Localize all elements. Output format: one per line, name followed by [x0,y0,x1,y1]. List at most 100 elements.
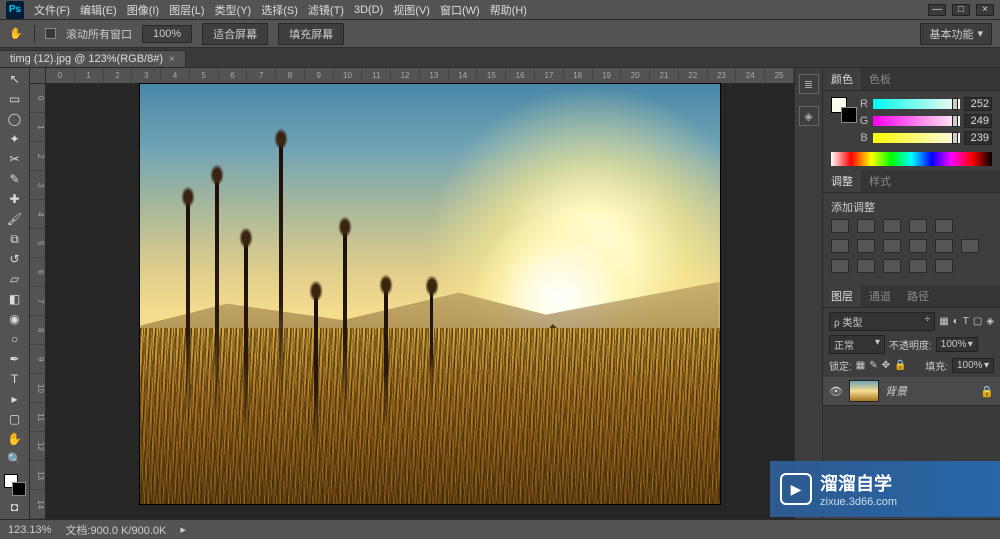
dodge-tool-icon[interactable]: ○ [4,330,26,348]
filter-adjust-icon[interactable]: ◐ [953,316,959,327]
hand-tool-icon[interactable]: ✋ [8,26,24,42]
hand-tool-toolbox-icon[interactable]: ✋ [4,430,26,448]
menu-file[interactable]: 文件(F) [34,2,70,18]
clone-stamp-tool-icon[interactable]: ⧉ [4,230,26,248]
crop-tool-icon[interactable]: ✂ [4,150,26,168]
gradient-tool-icon[interactable]: ◧ [4,290,26,308]
window-close-button[interactable]: × [976,4,994,16]
photo-filter-adjust-icon[interactable] [909,239,927,253]
paths-panel-tab[interactable]: 路径 [899,285,937,307]
magic-wand-tool-icon[interactable]: ✦ [4,130,26,148]
blend-mode-select[interactable]: 正常▾ [829,335,885,354]
quick-mask-icon[interactable]: ◘ [4,498,26,516]
menu-edit[interactable]: 编辑(E) [80,2,117,18]
channels-panel-tab[interactable]: 通道 [861,285,899,307]
close-tab-icon[interactable]: × [169,54,175,65]
path-select-tool-icon[interactable]: ▸ [4,390,26,408]
menu-filter[interactable]: 滤镜(T) [308,2,344,18]
window-maximize-button[interactable]: □ [952,4,970,16]
lock-position-icon[interactable]: ✥ [882,360,890,371]
menu-select[interactable]: 选择(S) [261,2,298,18]
history-panel-icon[interactable]: ≣ [799,74,819,94]
workspace-switcher[interactable]: 基本功能▾ [920,23,992,45]
bw-adjust-icon[interactable] [883,239,901,253]
color-panel-swatches[interactable] [831,97,857,123]
healing-brush-tool-icon[interactable]: ✚ [4,190,26,208]
r-slider[interactable] [873,99,960,109]
adjustments-panel-tab[interactable]: 调整 [823,170,861,192]
fill-field[interactable]: 100%▾ [952,358,994,373]
layers-panel-tab[interactable]: 图层 [823,285,861,307]
layer-name[interactable]: 背景 [885,383,974,399]
color-panel-tab[interactable]: 颜色 [823,68,861,90]
styles-panel-tab[interactable]: 样式 [861,170,899,192]
menu-3d[interactable]: 3D(D) [354,4,383,16]
selective-color-adjust-icon[interactable] [935,259,953,273]
filter-smart-icon[interactable]: ◈ [986,316,994,327]
marquee-tool-icon[interactable]: ▭ [4,90,26,108]
posterize-adjust-icon[interactable] [857,259,875,273]
ruler-horizontal[interactable]: 0123456789101112131415161718192021222324… [46,68,794,84]
eraser-tool-icon[interactable]: ▱ [4,270,26,288]
menu-image[interactable]: 图像(I) [127,2,159,18]
lasso-tool-icon[interactable]: ◯ [4,110,26,128]
type-tool-icon[interactable]: T [4,370,26,388]
fill-screen-button[interactable]: 填充屏幕 [278,23,344,45]
shape-tool-icon[interactable]: ▢ [4,410,26,428]
hue-adjust-icon[interactable] [831,239,849,253]
canvas-area[interactable]: 0123456789101112131415161718192021222324… [30,68,794,519]
balance-adjust-icon[interactable] [857,239,875,253]
brightness-adjust-icon[interactable] [831,219,849,233]
color-spectrum[interactable] [831,152,992,166]
document-tab[interactable]: timg (12).jpg @ 123%(RGB/8#) × [0,50,186,67]
menu-type[interactable]: 类型(Y) [215,2,252,18]
opacity-field[interactable]: 100%▾ [936,337,978,352]
ruler-vertical[interactable]: 01234567891011121314 [30,84,46,519]
swatches-panel-tab[interactable]: 色板 [861,68,899,90]
lock-pixels-icon[interactable]: ✎ [869,360,877,371]
pen-tool-icon[interactable]: ✒ [4,350,26,368]
status-zoom[interactable]: 123.13% [8,524,51,536]
menu-layer[interactable]: 图层(L) [169,2,204,18]
lut-adjust-icon[interactable] [961,239,979,253]
lock-all-icon[interactable]: 🔒 [894,360,906,371]
r-value-field[interactable]: 252 [964,97,992,111]
vibrance-adjust-icon[interactable] [935,219,953,233]
gradient-map-adjust-icon[interactable] [909,259,927,273]
menu-view[interactable]: 视图(V) [393,2,430,18]
brush-tool-icon[interactable]: 🖌 [4,210,26,228]
visibility-toggle-icon[interactable]: 👁 [829,385,843,398]
blur-tool-icon[interactable]: ◉ [4,310,26,328]
threshold-adjust-icon[interactable] [883,259,901,273]
exposure-adjust-icon[interactable] [909,219,927,233]
filter-pixel-icon[interactable]: ▦ [939,316,948,327]
g-slider[interactable] [873,116,960,126]
b-slider[interactable] [873,133,960,143]
window-minimize-button[interactable]: — [928,4,946,16]
scroll-all-checkbox[interactable] [45,28,56,39]
layer-row-background[interactable]: 👁 背景 🔒 [823,377,1000,406]
status-doc-size[interactable]: 文档:900.0 K/900.0K [65,522,166,538]
zoom-tool-icon[interactable]: 🔍 [4,450,26,468]
menu-help[interactable]: 帮助(H) [490,2,527,18]
eyedropper-tool-icon[interactable]: ✎ [4,170,26,188]
color-swatches-icon[interactable] [4,474,26,496]
g-value-field[interactable]: 249 [964,114,992,128]
status-chevron-icon[interactable]: ▸ [180,523,186,536]
b-value-field[interactable]: 239 [964,131,992,145]
invert-adjust-icon[interactable] [831,259,849,273]
properties-panel-icon[interactable]: ◈ [799,106,819,126]
layer-thumbnail[interactable] [849,380,879,402]
channel-mixer-adjust-icon[interactable] [935,239,953,253]
levels-adjust-icon[interactable] [857,219,875,233]
move-tool-icon[interactable]: ↖ [4,70,26,88]
ruler-origin[interactable] [30,68,46,84]
lock-transparency-icon[interactable]: ▦ [856,360,865,371]
menu-window[interactable]: 窗口(W) [440,2,480,18]
filter-shape-icon[interactable]: ▢ [973,316,982,327]
history-brush-tool-icon[interactable]: ↺ [4,250,26,268]
zoom-level-field[interactable]: 100% [142,25,192,43]
layer-filter-type[interactable]: ρ 类型÷ [829,312,935,331]
canvas-image[interactable] [140,84,720,504]
fit-screen-button[interactable]: 适合屏幕 [202,23,268,45]
